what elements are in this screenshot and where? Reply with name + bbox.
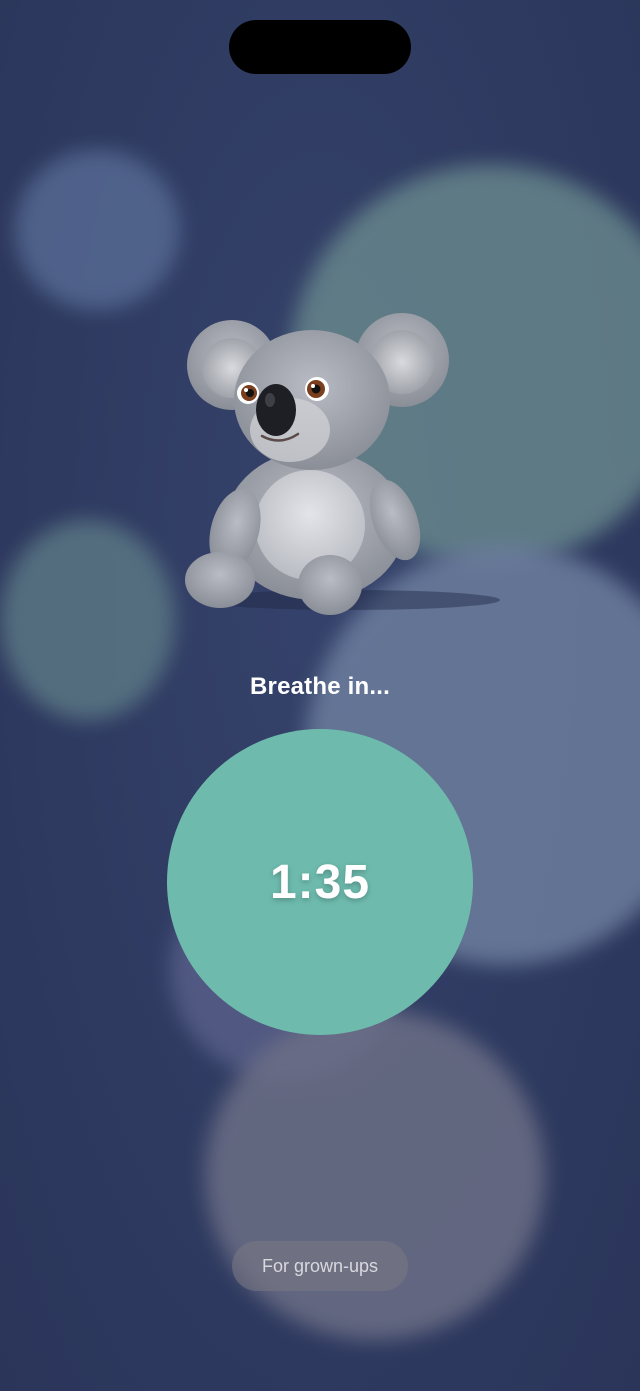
bokeh-circle [15,150,180,310]
for-grown-ups-label: For grown-ups [261,1255,379,1276]
dynamic-island [229,20,411,74]
breathing-prompt: Breathe in... [250,673,390,700]
for-grown-ups-button[interactable]: For grown-ups [232,1241,408,1291]
timer-countdown: 1:35 [269,855,371,909]
koala-mascot-icon [185,313,500,615]
breathing-timer-circle[interactable]: 1:35 [167,729,473,1035]
